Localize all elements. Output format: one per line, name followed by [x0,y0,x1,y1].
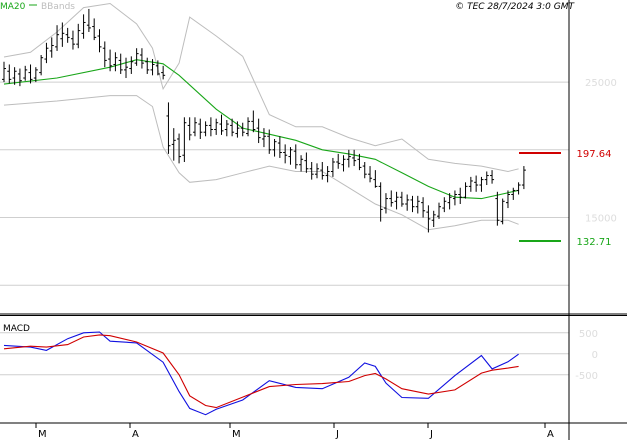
x-tick-label: A [547,429,554,440]
macd-panel-label: MACD [3,324,30,334]
x-tick-label: A [132,429,139,440]
copyright-label: © TEC 28/7/2024 3:0 GMT [455,2,575,12]
x-tick-label: J [429,429,433,440]
resistance-label: 197.64 [577,149,612,160]
legend-bbands-label: BBands [41,2,75,12]
x-tick-label: J [335,429,339,440]
chart-canvas: 2500015000 197.64132.71 5000-500 MAMJJA … [0,0,627,440]
macd-y-tick-label: 500 [579,329,598,340]
macd-y-tick-label: -500 [575,371,598,382]
macd-y-tick-label: 0 [592,350,598,361]
price-y-tick-label: 15000 [585,214,617,225]
legend-ma-label: MA20 [0,2,26,12]
chart-background [0,0,627,440]
support-label: 132.71 [577,237,612,248]
price-y-tick-label: 25000 [585,78,617,89]
stock-chart: 25000 15000 197.64 132.71 500 0 -500 MAMJJA … [0,0,627,440]
x-tick-label: M [38,429,47,440]
x-tick-label: M [232,429,241,440]
